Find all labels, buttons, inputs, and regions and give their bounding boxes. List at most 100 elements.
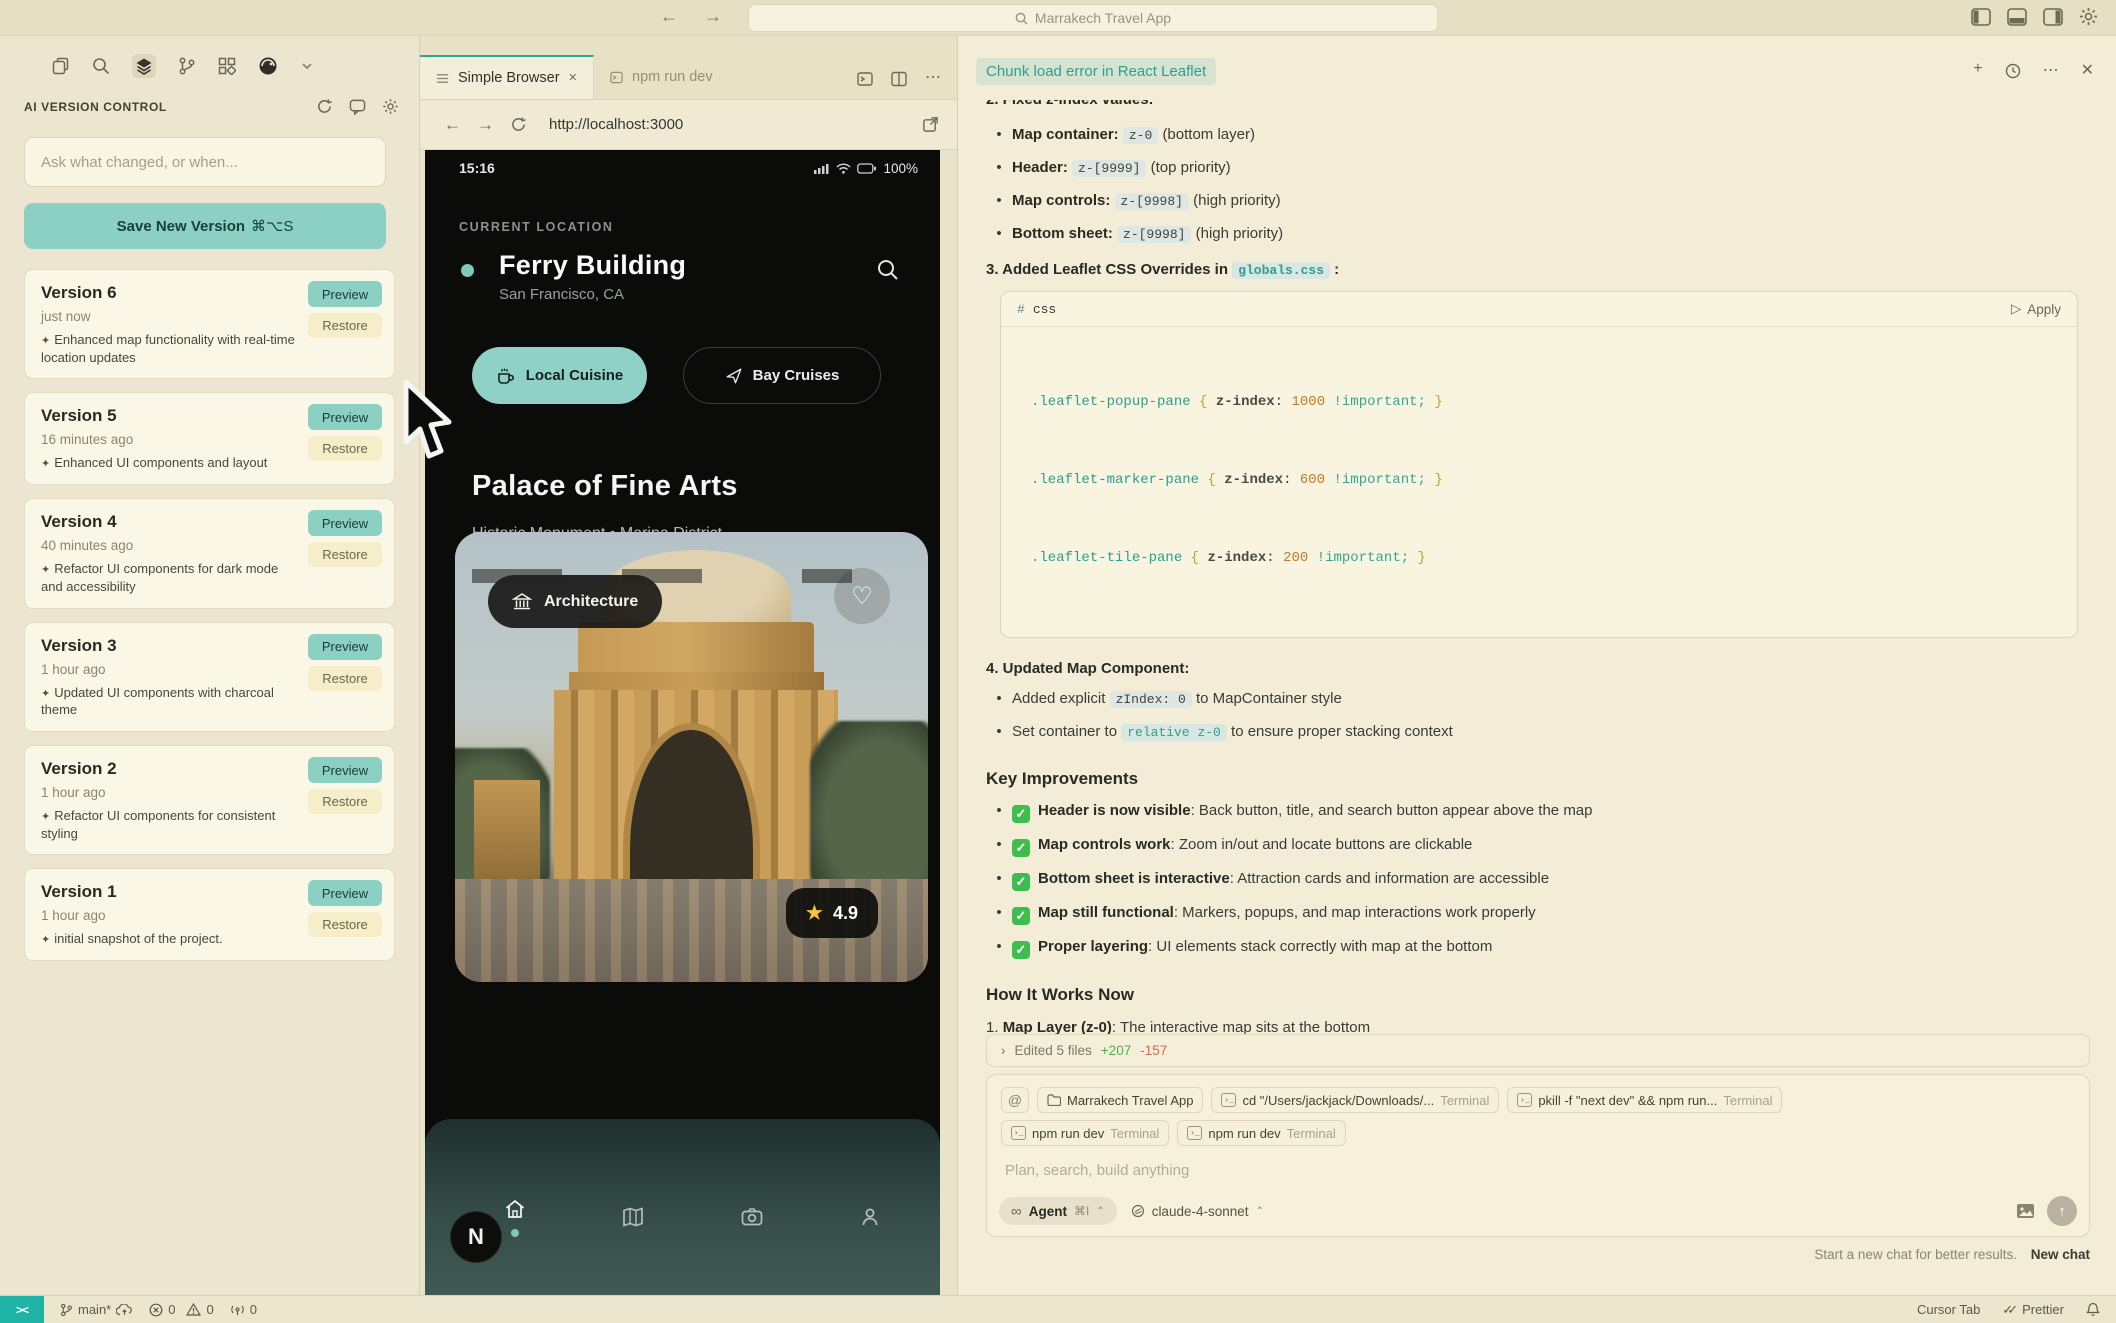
code-chip: zIndex: 0 — [1109, 691, 1192, 708]
agent-mode-selector[interactable]: ∞ Agent ⌘I ⌃ — [999, 1197, 1117, 1225]
prettier-status[interactable]: ✓✓ Prettier — [2002, 1302, 2064, 1318]
local-cuisine-button[interactable]: Local Cuisine — [472, 347, 647, 404]
more-icon[interactable]: ⋯ — [2043, 60, 2059, 80]
send-button[interactable]: ↑ — [2047, 1196, 2077, 1226]
notification-fab[interactable]: N — [450, 1211, 502, 1263]
open-external-icon[interactable] — [922, 116, 939, 133]
code-chip: z-[9998] — [1114, 193, 1189, 210]
poi-title: Palace of Fine Arts — [472, 470, 738, 502]
layers-icon[interactable] — [135, 57, 153, 75]
version-card[interactable]: Version 4 40 minutes ago ✦ Refactor UI co… — [24, 498, 395, 609]
mention-chip[interactable]: @ — [1001, 1087, 1029, 1113]
sparkle-icon: ✦ — [41, 335, 51, 347]
browser-reload-icon[interactable] — [510, 116, 527, 133]
preview-button[interactable]: Preview — [308, 880, 382, 907]
chevron-down-icon[interactable] — [300, 59, 314, 73]
copy-icon[interactable] — [52, 57, 70, 75]
apply-button[interactable]: ▷ Apply — [2011, 301, 2061, 317]
new-chat-link[interactable]: New chat — [2031, 1247, 2090, 1262]
chat-input-placeholder[interactable]: Plan, search, build anything — [1005, 1162, 2075, 1179]
version-card[interactable]: Version 5 16 minutes ago ✦ Enhanced UI co… — [24, 392, 395, 486]
url-field[interactable]: http://localhost:3000 — [549, 116, 906, 133]
preview-button[interactable]: Preview — [308, 281, 382, 307]
z-index-item: • Bottom sheet: z-[9998] (high priority) — [996, 225, 1284, 243]
version-card[interactable]: Version 3 1 hour ago ✦ Updated UI compone… — [24, 621, 395, 733]
browser-back-icon[interactable]: ← — [444, 115, 461, 135]
bay-cruises-button[interactable]: Bay Cruises — [683, 347, 881, 404]
version-card[interactable]: Version 1 1 hour ago ✦ initial snapshot o… — [24, 868, 395, 962]
restore-button[interactable]: Restore — [308, 542, 382, 568]
warnings-icon — [186, 1303, 202, 1316]
nav-home-icon[interactable] — [503, 1197, 527, 1237]
toggle-bottom-panel-icon[interactable] — [2007, 7, 2027, 26]
tab-close-icon[interactable]: × — [569, 70, 577, 86]
extensions-icon[interactable] — [218, 57, 236, 75]
attach-image-icon[interactable] — [2016, 1203, 2035, 1219]
context-chip-terminal[interactable]: ›_ pkill -f "next dev" && npm run... Termi… — [1507, 1087, 1783, 1113]
nav-map-icon[interactable] — [621, 1205, 645, 1229]
gear-icon[interactable] — [382, 98, 399, 115]
browser-logo-icon[interactable] — [258, 56, 278, 76]
history-back-button[interactable]: ← — [660, 6, 678, 27]
new-chat-icon[interactable]: + — [1973, 60, 1982, 80]
git-branch-icon[interactable] — [178, 57, 196, 75]
git-branch-status[interactable]: main* — [60, 1302, 133, 1317]
nav-camera-icon[interactable] — [740, 1205, 764, 1229]
code-chip: z-0 — [1122, 127, 1159, 144]
tab-simple-browser[interactable]: Simple Browser × — [420, 55, 594, 99]
toggle-right-panel-icon[interactable] — [2043, 7, 2063, 26]
split-editor-icon[interactable] — [891, 71, 907, 87]
phone-time: 15:16 — [459, 160, 495, 176]
tab-npm-run-dev[interactable]: npm run dev — [594, 55, 729, 99]
search-icon[interactable] — [92, 57, 110, 75]
remote-indicator[interactable]: >< — [0, 1295, 44, 1323]
restore-button[interactable]: Restore — [308, 789, 382, 815]
close-icon[interactable]: ✕ — [2081, 60, 2094, 80]
more-actions-icon[interactable]: ⋯ — [925, 70, 941, 87]
tab-label: Simple Browser — [458, 70, 560, 86]
preview-button[interactable]: Preview — [308, 404, 382, 431]
preview-button[interactable]: Preview — [308, 510, 382, 537]
history-forward-button[interactable]: → — [704, 6, 722, 27]
context-chip-folder[interactable]: Marrakech Travel App — [1037, 1087, 1204, 1113]
history-icon[interactable] — [2005, 63, 2021, 79]
preview-button[interactable]: Preview — [308, 757, 382, 784]
chat-bubble-icon[interactable] — [349, 98, 366, 115]
nav-profile-icon[interactable] — [858, 1205, 882, 1229]
context-chip-terminal[interactable]: ›_ cd "/Users/jackjack/Downloads/... Termi… — [1211, 1087, 1500, 1113]
fab-letter: N — [468, 1224, 484, 1249]
version-card[interactable]: Version 6 just now ✦ Enhanced map functio… — [24, 269, 395, 380]
context-chip-terminal[interactable]: ›_ npm run dev Terminal — [1001, 1120, 1170, 1146]
settings-gear-icon[interactable] — [2079, 7, 2098, 26]
global-search[interactable]: Marrakech Travel App — [748, 4, 1438, 32]
chat-composer-area: › Edited 5 files +207 -157 @ Marrakech T… — [986, 1034, 2090, 1262]
restore-button[interactable]: Restore — [308, 665, 382, 691]
problems-status[interactable]: 0 0 — [149, 1302, 214, 1317]
open-terminal-icon[interactable] — [857, 71, 873, 87]
bell-icon[interactable] — [2086, 1302, 2100, 1317]
phone-status-bar: 15:16 100% — [425, 150, 940, 176]
save-new-version-button[interactable]: Save New Version ⌘⌥S — [24, 203, 386, 249]
attraction-card[interactable]: Architecture ♡ ★ 4.9 — [455, 532, 928, 982]
version-card[interactable]: Version 2 1 hour ago ✦ Refactor UI compon… — [24, 745, 395, 856]
toggle-left-panel-icon[interactable] — [1971, 7, 1991, 26]
version-desc: Enhanced UI components and layout — [54, 455, 268, 471]
edited-files-summary[interactable]: › Edited 5 files +207 -157 — [986, 1034, 2090, 1067]
ask-history-input[interactable] — [24, 137, 386, 187]
refresh-icon[interactable] — [316, 98, 333, 115]
chat-title[interactable]: Chunk load error in React Leaflet — [976, 58, 1217, 85]
ports-status[interactable]: 0 — [230, 1302, 257, 1317]
cursor-tab-status[interactable]: Cursor Tab — [1917, 1302, 1980, 1317]
restore-button[interactable]: Restore — [308, 912, 382, 938]
preview-button[interactable]: Preview — [308, 633, 382, 660]
restore-button[interactable]: Restore — [308, 436, 382, 462]
restore-button[interactable]: Restore — [308, 313, 382, 338]
lines-removed: -157 — [1140, 1043, 1168, 1058]
model-selector[interactable]: claude-4-sonnet ⌃ — [1131, 1204, 1264, 1219]
browser-forward-icon[interactable]: → — [477, 115, 494, 135]
context-chip-terminal[interactable]: ›_ npm run dev Terminal — [1177, 1120, 1346, 1146]
version-desc: Updated UI components with charcoal them… — [41, 684, 274, 718]
code-block-header: # css ▷ Apply — [1001, 292, 2077, 327]
phone-search-icon[interactable] — [876, 258, 900, 282]
chat-input-box[interactable]: @ Marrakech Travel App ›_ cd "/Users/jack… — [986, 1074, 2090, 1237]
